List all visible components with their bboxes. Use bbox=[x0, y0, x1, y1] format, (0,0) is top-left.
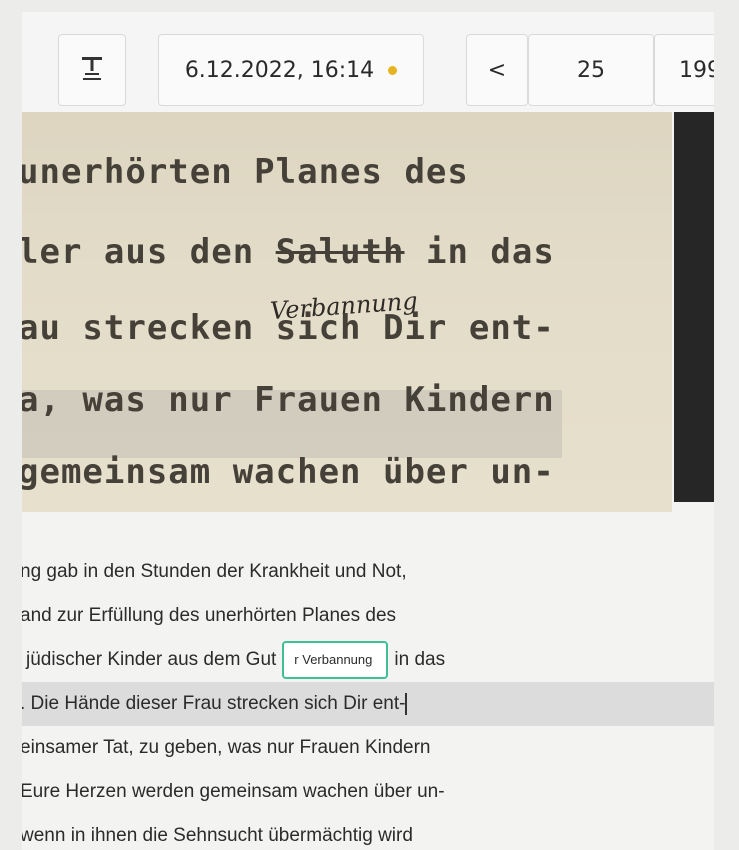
transcript-line-active[interactable]: . Die Hände dieser Frau strecken sich Di… bbox=[22, 682, 714, 726]
scanned-page-image: unerhörten Planes des Verbannung ler aus… bbox=[22, 112, 672, 512]
transcript-line[interactable]: einsamer Tat, zu geben, was nur Frauen K… bbox=[22, 726, 714, 770]
scan-line: gemeinsam wachen über un- bbox=[22, 452, 555, 492]
tag-chip-verbannung[interactable]: r Verbannung bbox=[282, 640, 389, 679]
status-dot-icon bbox=[388, 65, 398, 75]
transcript-line[interactable]: wenn in ihnen die Sehnsucht übermächtig … bbox=[22, 814, 714, 850]
transcript-text: jüdischer Kinder aus dem Gut bbox=[26, 649, 277, 670]
document-date-button[interactable]: 6.12.2022, 16:14 bbox=[158, 34, 424, 106]
transcript-text: in das bbox=[394, 649, 446, 670]
total-pages-value: 199 bbox=[679, 57, 714, 83]
scan-line: a, was nur Frauen Kindern bbox=[22, 380, 555, 420]
transcription-panel[interactable]: ng gab in den Stunden der Krankheit und … bbox=[22, 512, 714, 850]
image-border bbox=[674, 112, 714, 502]
total-pages: 199 bbox=[654, 34, 714, 106]
screen: 6.12.2022, 16:14 < 25 199 unerhörten Pla… bbox=[22, 12, 714, 850]
scan-line: au strecken sich Dir ent- bbox=[22, 308, 555, 348]
scan-line: unerhörten Planes des bbox=[22, 152, 469, 192]
scan-line: ler aus den Saluth in das bbox=[22, 232, 555, 272]
chevron-left-icon: < bbox=[487, 57, 507, 83]
text-cursor bbox=[405, 692, 408, 715]
transcript-line[interactable]: jüdischer Kinder aus dem Gut r Verbannung… bbox=[22, 638, 714, 682]
current-page[interactable]: 25 bbox=[528, 34, 654, 106]
text-format-icon bbox=[79, 54, 105, 86]
transcript-line[interactable]: ng gab in den Stunden der Krankheit und … bbox=[22, 550, 714, 594]
document-datetime: 6.12.2022, 16:14 bbox=[184, 57, 375, 83]
text-format-button[interactable] bbox=[58, 34, 126, 106]
transcript-text: . Die Hände dieser Frau strecken sich Di… bbox=[22, 693, 406, 714]
toolbar: 6.12.2022, 16:14 < 25 199 bbox=[22, 12, 714, 112]
transcript-line[interactable]: and zur Erfüllung des unerhörten Planes … bbox=[22, 594, 714, 638]
transcript-line[interactable]: Eure Herzen werden gemeinsam wachen über… bbox=[22, 770, 714, 814]
page-number: 25 bbox=[577, 57, 605, 83]
previous-page-button[interactable]: < bbox=[466, 34, 528, 106]
